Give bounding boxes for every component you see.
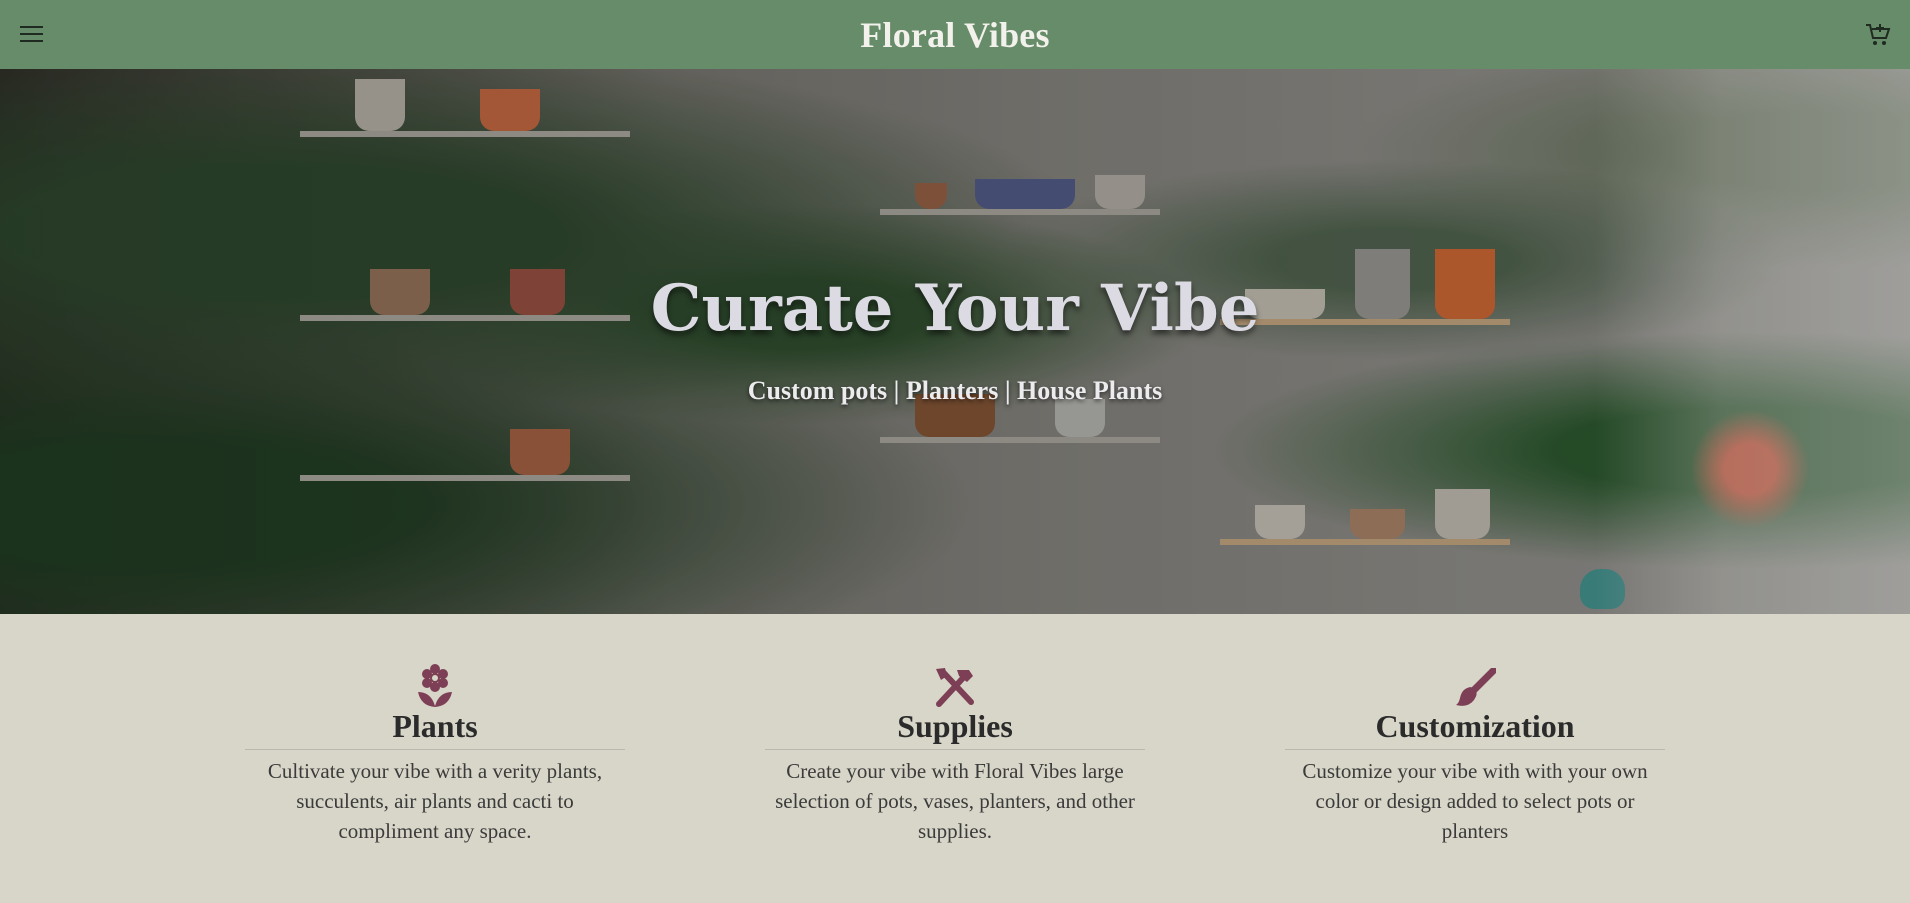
feature-description: Cultivate your vibe with a verity plants… xyxy=(267,758,603,843)
feature-title: Customization xyxy=(1285,708,1665,750)
feature-title: Supplies xyxy=(765,708,1145,750)
menu-icon[interactable] xyxy=(20,26,44,44)
paintbrush-icon xyxy=(1285,662,1665,708)
flower-icon xyxy=(245,662,625,708)
brand-title[interactable]: Floral Vibes xyxy=(860,14,1049,56)
feature-customization: Customization Customize your vibe with w… xyxy=(1285,662,1665,903)
top-navbar: Floral Vibes xyxy=(0,0,1910,69)
cart-icon[interactable] xyxy=(1864,22,1892,48)
feature-description: Create your vibe with Floral Vibes large… xyxy=(775,758,1135,843)
feature-description: Customize your vibe with with your own c… xyxy=(1302,758,1648,843)
feature-plants: Plants Cultivate your vibe with a verity… xyxy=(245,662,625,903)
feature-title: Plants xyxy=(245,708,625,750)
hero-banner: Curate Your Vibe Custom pots | Planters … xyxy=(0,69,1910,614)
tools-icon xyxy=(765,662,1145,708)
features-section: Plants Cultivate your vibe with a verity… xyxy=(0,614,1910,903)
hero-title: Curate Your Vibe xyxy=(650,271,1260,346)
hero-subtitle: Custom pots | Planters | House Plants xyxy=(747,376,1163,405)
feature-supplies: Supplies Create your vibe with Floral Vi… xyxy=(765,662,1145,903)
